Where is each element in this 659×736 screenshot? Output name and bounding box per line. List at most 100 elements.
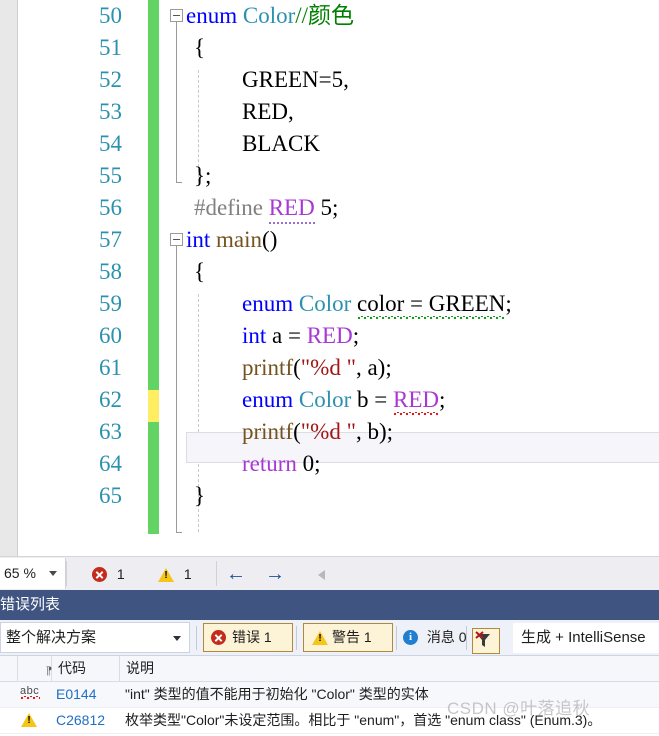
editor-left-margin — [0, 0, 18, 556]
token-args: , b); — [355, 419, 394, 444]
code-line-57[interactable]: int main() — [186, 224, 277, 256]
error-count-indicator[interactable]: 1 — [92, 557, 125, 591]
table-row[interactable]: abc E0144 "int" 类型的值不能用于初始化 "Color" 类型的实… — [0, 682, 659, 708]
token-preprocessor-define: #define — [194, 195, 263, 220]
zoom-level-combobox[interactable]: 65 % — [0, 558, 66, 589]
token-function-printf: printf — [242, 419, 294, 444]
column-header-icon[interactable]: ¶ — [18, 656, 52, 681]
token-assignment: b = — [351, 387, 393, 412]
chevron-down-icon[interactable] — [49, 571, 57, 576]
status-separator-2 — [216, 561, 217, 586]
zoom-level-value: 65 % — [4, 565, 36, 581]
scope-filter-combobox[interactable]: 整个解决方案 — [0, 622, 190, 653]
error-list-table[interactable]: ¶ 代码 说明 abc E0144 "int" 类型的值不能用于初始化 "Col… — [0, 656, 659, 736]
line-number: 62 — [99, 387, 122, 412]
warnings-filter-toggle[interactable]: 警告 1 — [303, 623, 393, 652]
error-icon — [211, 630, 226, 645]
code-line-61[interactable]: printf("%d ", a); — [242, 352, 392, 384]
token-macro-red: RED — [306, 323, 353, 348]
code-line-56[interactable]: #define RED 5; — [194, 192, 338, 224]
token-keyword-enum: enum — [242, 387, 294, 412]
token-assignment: a = — [266, 323, 307, 348]
token-type-color: Color — [242, 3, 296, 28]
column-header-code[interactable]: 代码 — [52, 656, 120, 681]
line-number: 50 — [99, 3, 122, 28]
line-number: 52 — [99, 67, 122, 92]
token-function-main: main — [216, 227, 263, 252]
filter-clear-icon — [475, 631, 490, 647]
token-type-color: Color — [298, 387, 352, 412]
code-line-62[interactable]: enum Color b = RED; — [242, 384, 445, 416]
info-icon — [403, 630, 418, 645]
build-intellisense-combobox[interactable]: 生成 + IntelliSense — [513, 623, 659, 653]
token-brace-open: { — [194, 35, 206, 60]
warnings-filter-label: 警告 1 — [332, 629, 372, 645]
token-comment: //颜色 — [295, 3, 355, 28]
intellisense-abc-icon: abc — [20, 685, 42, 705]
token-keyword-int: int — [242, 323, 267, 348]
token-keyword-int: int — [186, 227, 211, 252]
line-number: 54 — [99, 131, 122, 156]
errors-filter-toggle[interactable]: 错误 1 — [203, 623, 293, 652]
code-line-59[interactable]: enum Color color = GREEN; — [242, 288, 512, 320]
error-list-header-row: ¶ 代码 说明 — [0, 656, 659, 682]
token-parens: () — [262, 227, 278, 252]
code-line-54[interactable]: BLACK — [242, 128, 320, 160]
line-number: 63 — [99, 419, 122, 444]
token-brace-close: } — [194, 483, 206, 508]
column-header-spacer — [0, 656, 18, 681]
code-line-52[interactable]: GREEN=5, — [242, 64, 349, 96]
code-line-51[interactable]: { — [194, 32, 205, 64]
token-keyword-return: return — [242, 451, 297, 476]
token-semicolon: ; — [505, 291, 512, 316]
token-number: 5; — [320, 195, 339, 220]
error-description: "int" 类型的值不能用于初始化 "Color" 类型的实体 — [125, 686, 429, 702]
error-count-value: 1 — [116, 566, 125, 582]
token-keyword-enum: enum — [186, 3, 238, 28]
chevron-down-icon[interactable] — [173, 636, 181, 641]
token-macro-red: RED — [268, 195, 315, 224]
toolbar-separator-3 — [396, 626, 397, 650]
code-line-64[interactable]: return 0; — [242, 448, 321, 480]
code-area[interactable]: 50 enum Color//颜色 51 { 52 GREEN=5, 53 RE… — [18, 0, 659, 556]
token-type-color: Color — [298, 291, 352, 316]
line-number: 61 — [99, 355, 122, 380]
token-enumerator-black: BLACK — [242, 131, 320, 156]
status-separator — [66, 561, 67, 586]
error-icon — [92, 567, 107, 582]
code-line-50[interactable]: enum Color//颜色 — [186, 0, 354, 32]
warning-count-indicator[interactable]: 1 — [158, 557, 192, 591]
code-line-55[interactable]: }; — [194, 160, 211, 192]
column-header-description[interactable]: 说明 — [120, 656, 659, 681]
error-code-link[interactable]: E0144 — [56, 682, 122, 707]
line-number: 64 — [99, 451, 122, 476]
line-number: 55 — [99, 163, 122, 188]
token-enumerator-red: RED, — [242, 99, 294, 124]
code-line-63[interactable]: printf("%d ", b); — [242, 416, 393, 448]
build-filter-value: 生成 + IntelliSense — [521, 629, 646, 646]
navigate-forward-button[interactable]: → — [265, 557, 285, 591]
error-description: 枚举类型"Color"未设定范围。相比于 "enum"，首选 "enum cla… — [125, 712, 602, 728]
code-editor[interactable]: 50 enum Color//颜色 51 { 52 GREEN=5, 53 RE… — [0, 0, 659, 556]
code-line-60[interactable]: int a = RED; — [242, 320, 359, 352]
clear-filter-button[interactable] — [472, 628, 500, 654]
token-semicolon: ; — [352, 323, 360, 348]
token-args: , a); — [355, 355, 392, 380]
navigate-backward-button[interactable]: ← — [226, 557, 246, 591]
token-paren-open: ( — [293, 419, 301, 444]
collapse-left-icon[interactable] — [318, 570, 325, 580]
code-line-65[interactable]: } — [194, 480, 205, 512]
token-keyword-enum: enum — [242, 291, 294, 316]
table-row[interactable]: C26812 枚举类型"Color"未设定范围。相比于 "enum"，首选 "e… — [0, 708, 659, 734]
messages-filter-toggle[interactable]: 消息 0 — [403, 623, 467, 652]
code-line-53[interactable]: RED, — [242, 96, 294, 128]
code-line-58[interactable]: { — [194, 256, 205, 288]
token-expression-with-warning-squiggle: color = GREEN — [357, 291, 506, 320]
line-number: 58 — [99, 259, 122, 284]
toolbar-separator-1 — [196, 626, 197, 650]
line-number: 60 — [99, 323, 122, 348]
error-code-link[interactable]: C26812 — [56, 708, 122, 733]
fold-bracket-main-foot — [176, 532, 182, 533]
warning-triangle-icon — [20, 711, 42, 731]
token-string-literal: "%d " — [300, 419, 356, 444]
